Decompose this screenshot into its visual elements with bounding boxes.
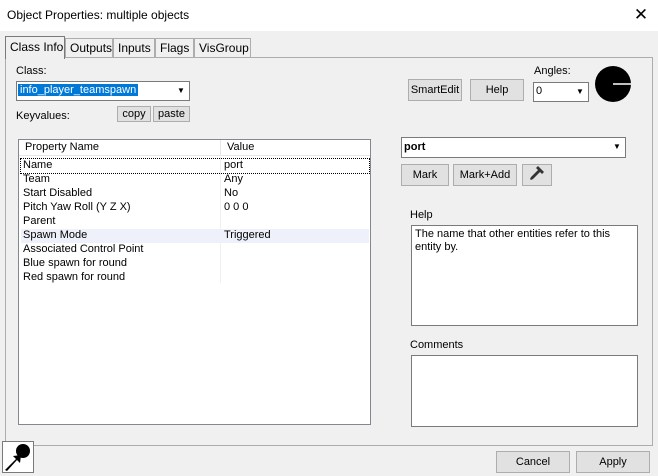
paste-button[interactable]: paste [153,106,190,122]
class-label: Class: [16,65,47,77]
eyedropper-icon [530,166,544,180]
class-value: info_player_teamspawn [16,83,140,97]
angle-dial-icon[interactable] [593,64,633,104]
entity-icon [2,441,34,473]
table-row[interactable]: Spawn Mode Triggered [21,229,369,243]
angles-combo[interactable]: 0 ▼ [533,82,589,102]
keyvalues-label: Keyvalues: [16,110,70,122]
table-row[interactable]: Name port [20,158,370,174]
angles-label: Angles: [534,65,571,77]
col-value[interactable]: Value [221,140,370,156]
comments-label: Comments [410,339,464,351]
value-input[interactable]: port [404,141,425,153]
smartedit-button[interactable]: SmartEdit [408,79,462,101]
table-row[interactable]: Red spawn for round [21,271,369,285]
angles-value: 0 [536,85,543,97]
mark-add-button[interactable]: Mark+Add [453,164,517,186]
apply-button[interactable]: Apply [576,451,650,473]
help-button[interactable]: Help [470,79,524,101]
cancel-button[interactable]: Cancel [496,451,570,473]
table-row[interactable]: Start Disabled No [21,187,369,201]
class-combo[interactable]: info_player_teamspawn ▼ [16,81,190,101]
property-grid[interactable]: Property Name Value Name port Team Any Sta… [18,139,371,425]
table-row[interactable]: Parent [21,215,369,229]
eyedropper-button[interactable] [522,164,552,186]
chevron-down-icon[interactable]: ▼ [572,83,588,101]
copy-button[interactable]: copy [117,106,151,122]
value-combo[interactable]: port ▼ [401,137,626,158]
chevron-down-icon[interactable]: ▼ [173,82,189,100]
grid-header: Property Name Value [19,140,370,156]
col-property-name[interactable]: Property Name [19,140,221,156]
comments-textarea[interactable] [411,355,638,427]
help-text: The name that other entities refer to th… [411,225,638,326]
table-row[interactable]: Pitch Yaw Roll (Y Z X) 0 0 0 [21,201,369,215]
table-row[interactable]: Blue spawn for round [21,257,369,271]
table-row[interactable]: Team Any [21,173,369,187]
entity-arrow-icon [5,444,30,471]
mark-button[interactable]: Mark [401,164,449,186]
chevron-down-icon[interactable]: ▼ [609,138,625,156]
table-row[interactable]: Associated Control Point [21,243,369,257]
help-label: Help [410,209,433,221]
